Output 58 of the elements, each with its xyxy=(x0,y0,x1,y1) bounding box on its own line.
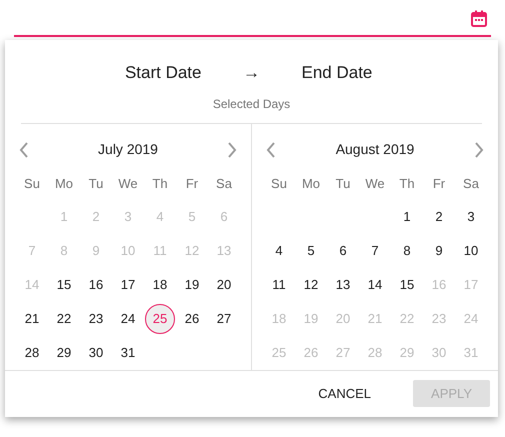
day-button[interactable]: 14 xyxy=(360,270,390,300)
chevron-left-icon xyxy=(19,142,29,158)
weekday-label: Th xyxy=(399,174,415,193)
day-button[interactable]: 15 xyxy=(49,270,79,300)
day-button[interactable]: 26 xyxy=(177,304,207,334)
weekday-label: We xyxy=(118,174,138,193)
day-button[interactable]: 7 xyxy=(360,236,390,266)
day-button[interactable]: 12 xyxy=(296,270,326,300)
day-button[interactable]: 8 xyxy=(392,236,422,266)
weekday-label: Fr xyxy=(432,174,446,193)
weekday-label: Fr xyxy=(186,174,198,193)
calendar-icon[interactable] xyxy=(471,10,487,27)
day-button[interactable]: 18 xyxy=(145,270,175,300)
weekday-label: Mo xyxy=(54,174,74,193)
day-button[interactable]: 13 xyxy=(328,270,358,300)
day-button[interactable]: 2 xyxy=(424,202,454,232)
day-button[interactable]: 30 xyxy=(81,338,111,368)
weekday-label: Tu xyxy=(88,174,104,193)
day-button[interactable]: 3 xyxy=(456,202,486,232)
day-button[interactable]: 28 xyxy=(17,338,47,368)
day-button[interactable]: 16 xyxy=(81,270,111,300)
day-button[interactable]: 19 xyxy=(177,270,207,300)
day-button[interactable]: 4 xyxy=(264,236,294,266)
day-button[interactable]: 5 xyxy=(296,236,326,266)
day-button[interactable]: 20 xyxy=(209,270,239,300)
weekday-label: We xyxy=(365,174,385,193)
day-button[interactable]: 21 xyxy=(17,304,47,334)
day-button[interactable]: 25 xyxy=(145,304,175,334)
weekday-label: Sa xyxy=(463,174,479,193)
weekday-label: Sa xyxy=(216,174,232,193)
day-button[interactable]: 29 xyxy=(49,338,79,368)
chevron-left-icon xyxy=(266,142,276,158)
day-button[interactable]: 11 xyxy=(264,270,294,300)
chevron-right-icon xyxy=(474,142,484,158)
month-title: July 2019 xyxy=(98,140,158,159)
day-button[interactable]: 1 xyxy=(392,202,422,232)
day-button[interactable]: 10 xyxy=(456,236,486,266)
cancel-button[interactable]: CANCEL xyxy=(300,380,390,407)
weekday-label: Th xyxy=(152,174,168,193)
day-button[interactable]: 9 xyxy=(424,236,454,266)
day-button[interactable]: 27 xyxy=(209,304,239,334)
weekday-label: Mo xyxy=(302,174,320,193)
day-button[interactable]: 17 xyxy=(113,270,143,300)
selected-days-caption: Selected Days xyxy=(212,96,290,112)
chevron-right-icon xyxy=(227,142,237,158)
end-date-label: End Date xyxy=(302,62,374,84)
day-button[interactable]: 15 xyxy=(392,270,422,300)
start-date-label: Start Date xyxy=(124,62,202,84)
arrow-icon: → xyxy=(202,60,302,86)
day-button[interactable]: 22 xyxy=(49,304,79,334)
weekday-label: Su xyxy=(24,174,40,193)
weekday-label: Tu xyxy=(336,174,350,193)
month-title: August 2019 xyxy=(336,140,414,159)
day-button[interactable]: 31 xyxy=(113,338,143,368)
weekday-label: Su xyxy=(271,174,287,193)
day-button[interactable]: 6 xyxy=(328,236,358,266)
day-button[interactable]: 24 xyxy=(113,304,143,334)
day-button[interactable]: 23 xyxy=(81,304,111,334)
